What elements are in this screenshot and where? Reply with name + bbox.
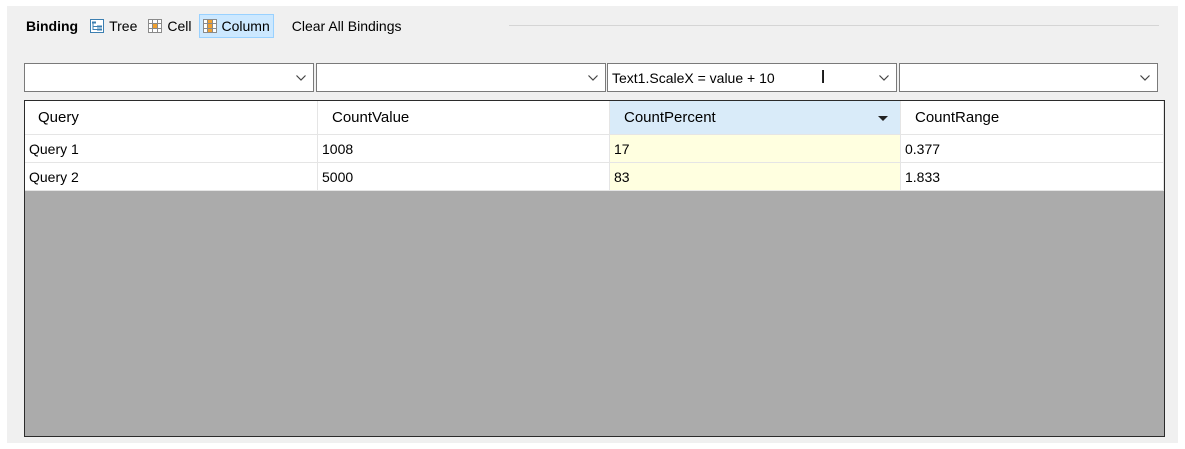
table-cell[interactable]: 5000	[318, 163, 610, 191]
column-header-label: CountPercent	[624, 109, 716, 126]
chevron-down-icon[interactable]	[1133, 64, 1157, 91]
table-cell[interactable]: 1.833	[901, 163, 1164, 191]
binding-title: Binding	[26, 18, 79, 34]
tree-button-label: Tree	[109, 18, 138, 34]
toolbar-separator	[509, 25, 1159, 26]
clear-all-bindings-button[interactable]: Clear All Bindings	[291, 14, 403, 38]
cell-button[interactable]: Cell	[144, 14, 195, 38]
cell-button-label: Cell	[167, 18, 192, 34]
column-button[interactable]: Column	[198, 14, 274, 38]
table-cell[interactable]: Query 1	[25, 135, 318, 163]
dropdown-arrow-icon[interactable]	[878, 116, 888, 121]
data-grid[interactable]: Query CountValue CountPercent CountRange…	[24, 100, 1165, 437]
column-button-label: Column	[221, 18, 270, 34]
table-row[interactable]: Query 2 5000 83 1.833	[25, 163, 1164, 191]
binding-combo-text: Text1.ScaleX = value + 10	[612, 69, 775, 86]
table-cell[interactable]: Query 2	[25, 163, 318, 191]
table-row[interactable]: Query 1 1008 17 0.377	[25, 135, 1164, 163]
chevron-down-icon[interactable]	[289, 64, 313, 91]
cell-grid-icon	[148, 19, 163, 33]
tree-icon	[90, 19, 105, 33]
binding-combo-query[interactable]	[24, 63, 314, 92]
table-cell[interactable]: 17	[610, 135, 901, 163]
grid-header-row: Query CountValue CountPercent CountRange	[25, 101, 1164, 135]
binding-toolbar: Binding Tree Cell Column Clear All Bindi…	[26, 14, 406, 38]
binding-combo-countrange[interactable]	[899, 63, 1158, 92]
chevron-down-icon[interactable]	[581, 64, 605, 91]
binding-combo-countvalue[interactable]	[316, 63, 606, 92]
text-cursor-icon: I	[820, 67, 826, 88]
chevron-down-icon[interactable]	[872, 64, 896, 91]
column-header-query[interactable]: Query	[25, 101, 318, 135]
table-cell[interactable]: 0.377	[901, 135, 1164, 163]
table-cell[interactable]: 1008	[318, 135, 610, 163]
tree-button[interactable]: Tree	[86, 14, 141, 38]
table-cell[interactable]: 83	[610, 163, 901, 191]
column-grid-icon	[202, 19, 217, 33]
column-header-countvalue[interactable]: CountValue	[318, 101, 610, 135]
binding-combo-countpercent[interactable]: Text1.ScaleX = value + 10	[607, 63, 897, 92]
column-header-countrange[interactable]: CountRange	[901, 101, 1164, 135]
column-header-countpercent[interactable]: CountPercent	[610, 101, 901, 135]
